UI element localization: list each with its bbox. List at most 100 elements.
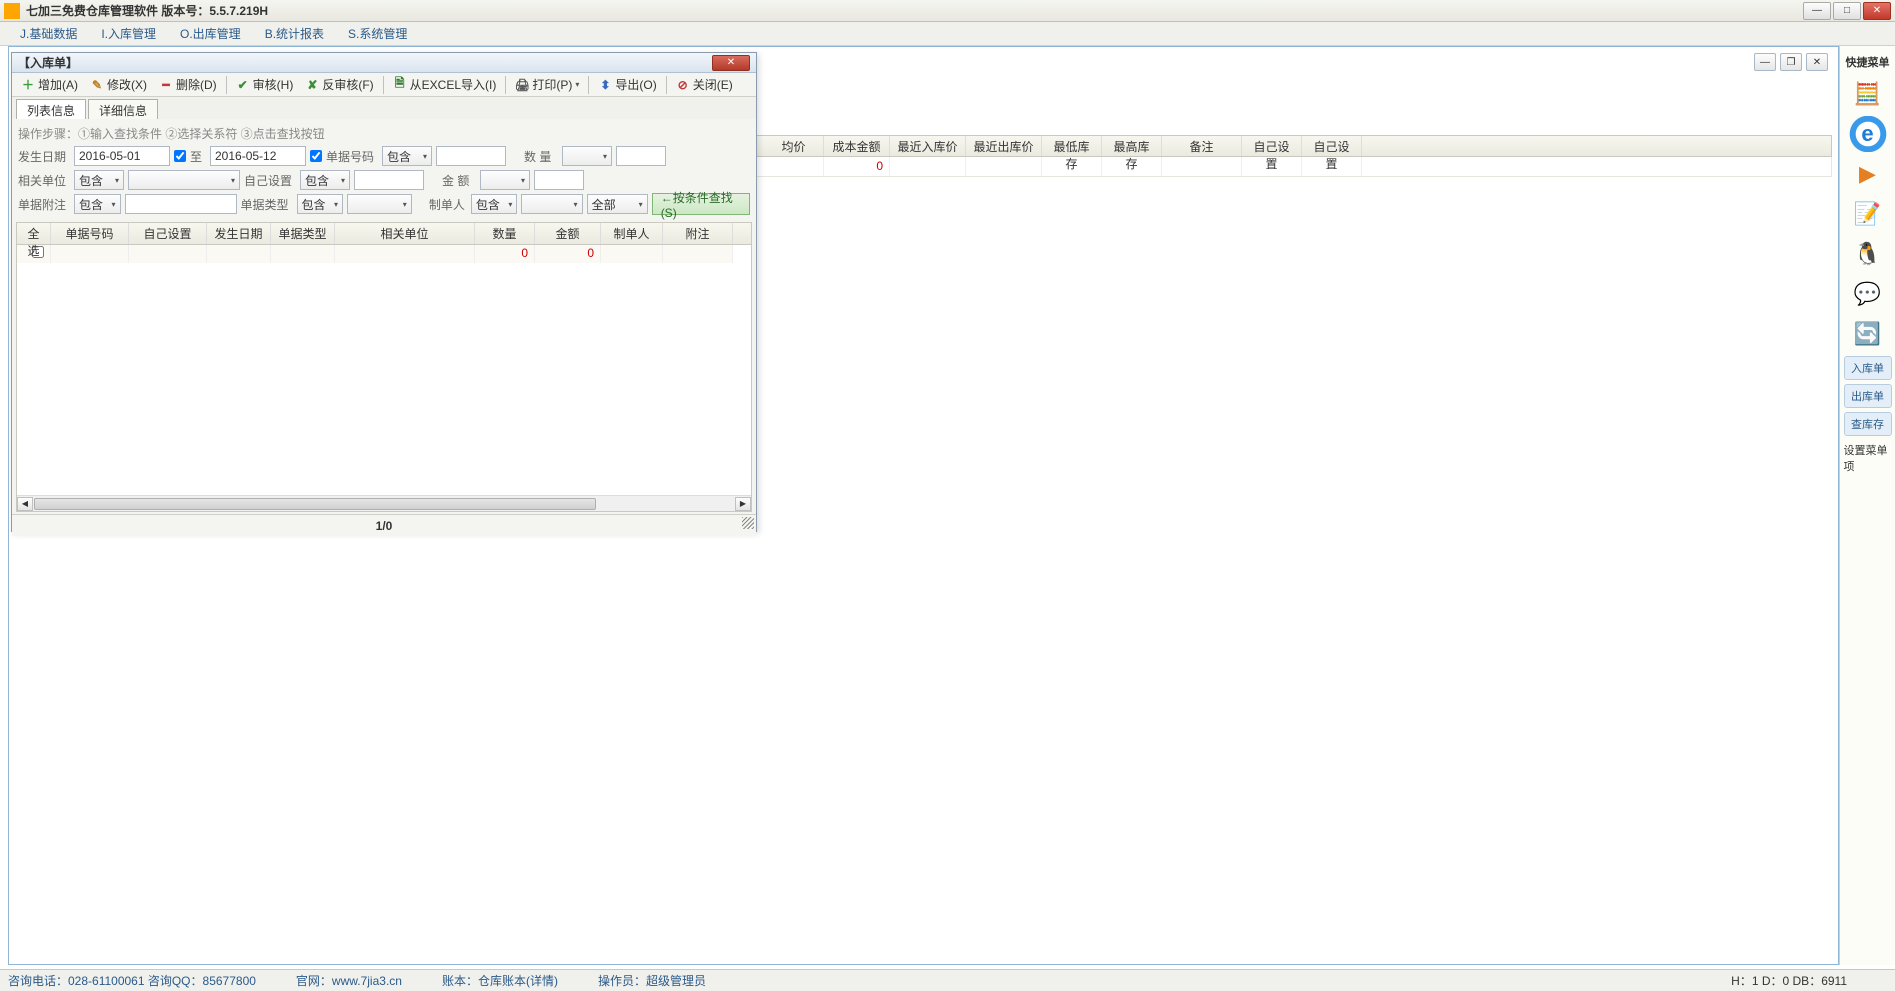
col-selfset[interactable]: 自己设置 bbox=[129, 223, 207, 244]
scroll-thumb[interactable] bbox=[34, 498, 596, 510]
inbound-window-close[interactable]: ✕ bbox=[712, 55, 750, 71]
export-button[interactable]: ⬍导出(O) bbox=[593, 74, 661, 95]
inbound-window-titlebar[interactable]: 【入库单】 ✕ bbox=[12, 53, 756, 73]
close-doc-button[interactable]: ⊘关闭(E) bbox=[671, 74, 738, 95]
status-account[interactable]: 账本：仓库账本(详情) bbox=[442, 972, 558, 989]
mdi-close[interactable]: ✕ bbox=[1806, 53, 1828, 71]
bg-col-cost[interactable]: 成本金额 bbox=[824, 136, 890, 156]
excel-label: 从EXCEL导入(I) bbox=[410, 76, 497, 93]
app-title: 七加三免费仓库管理软件 版本号：5.5.7.219H bbox=[26, 2, 1803, 19]
partner-op-select[interactable]: 包含▾ bbox=[74, 170, 124, 190]
delete-button[interactable]: ━删除(D) bbox=[154, 74, 222, 95]
bg-col-lastin[interactable]: 最近入库价 bbox=[890, 136, 966, 156]
col-date[interactable]: 发生日期 bbox=[207, 223, 271, 244]
menu-reports[interactable]: B.统计报表 bbox=[253, 25, 336, 42]
bg-col-avg[interactable]: 均价 bbox=[764, 136, 824, 156]
grid-hscrollbar[interactable]: ◀ ▶ bbox=[17, 495, 751, 511]
doctype-op-select[interactable]: 包含▾ bbox=[297, 194, 344, 214]
unaudit-button[interactable]: ✘反审核(F) bbox=[300, 74, 378, 95]
minimize-button[interactable]: — bbox=[1803, 2, 1831, 20]
col-select[interactable]: 全选 bbox=[17, 223, 51, 244]
docnote-input[interactable] bbox=[125, 194, 237, 214]
quick-outbound[interactable]: 出库单 bbox=[1844, 384, 1892, 408]
label-to: 至 bbox=[190, 148, 206, 165]
filter-panel: 操作步骤：①输入查找条件 ②选择关系符 ③点击查找按钮 发生日期 2016-05… bbox=[12, 119, 756, 220]
scope-select[interactable]: 全部▾ bbox=[587, 194, 648, 214]
date-from-input[interactable]: 2016-05-01 bbox=[74, 146, 170, 166]
import-excel-button[interactable]: 🗎从EXCEL导入(I) bbox=[388, 74, 502, 95]
col-qty[interactable]: 数量 bbox=[475, 223, 535, 244]
calculator-icon[interactable]: 🧮 bbox=[1844, 76, 1892, 112]
col-partner[interactable]: 相关单位 bbox=[335, 223, 475, 244]
resize-grip[interactable] bbox=[742, 517, 754, 529]
plus-icon: ＋ bbox=[21, 78, 35, 92]
search-button[interactable]: ←按条件查找(S) bbox=[652, 193, 750, 215]
label-docnote: 单据附注 bbox=[18, 196, 70, 213]
wechat-icon[interactable]: 💬 bbox=[1844, 276, 1892, 312]
quick-settings[interactable]: 设置菜单项 bbox=[1844, 440, 1892, 476]
print-button[interactable]: 🖨打印(P)▾ bbox=[510, 74, 584, 95]
scroll-right-icon[interactable]: ▶ bbox=[735, 497, 751, 511]
label-creator: 制单人 bbox=[429, 196, 467, 213]
bg-col-maxstk[interactable]: 最高库存 bbox=[1102, 136, 1162, 156]
quick-stock[interactable]: 查库存 bbox=[1844, 412, 1892, 436]
bg-col-minstk[interactable]: 最低库存 bbox=[1042, 136, 1102, 156]
mdi-restore[interactable]: ❐ bbox=[1780, 53, 1802, 71]
partner-select[interactable]: ▾ bbox=[128, 170, 240, 190]
tab-detail[interactable]: 详细信息 bbox=[88, 99, 158, 119]
sync-icon[interactable]: 🔄 bbox=[1844, 316, 1892, 352]
menubar: J.基础数据 I.入库管理 O.出库管理 B.统计报表 S.系统管理 bbox=[0, 22, 1895, 46]
docno-op-select[interactable]: 包含▾ bbox=[382, 146, 432, 166]
scroll-left-icon[interactable]: ◀ bbox=[17, 497, 33, 511]
date-to-check[interactable] bbox=[310, 150, 322, 162]
docnote-op-select[interactable]: 包含▾ bbox=[74, 194, 121, 214]
label-doctype: 单据类型 bbox=[241, 196, 293, 213]
col-creator[interactable]: 制单人 bbox=[601, 223, 663, 244]
selfset-input[interactable] bbox=[354, 170, 424, 190]
label-qty: 数 量 bbox=[524, 148, 558, 165]
amount-input[interactable] bbox=[534, 170, 584, 190]
audit-label: 审核(H) bbox=[253, 76, 294, 93]
menu-system[interactable]: S.系统管理 bbox=[336, 25, 419, 42]
menu-inbound[interactable]: I.入库管理 bbox=[89, 25, 168, 42]
inbound-toolbar: ＋增加(A) ✎修改(X) ━删除(D) ✔审核(H) ✘反审核(F) 🗎从EX… bbox=[12, 73, 756, 97]
col-amount[interactable]: 金额 bbox=[535, 223, 601, 244]
tab-list[interactable]: 列表信息 bbox=[16, 99, 86, 119]
mdi-minimize[interactable]: — bbox=[1754, 53, 1776, 71]
creator-op-select[interactable]: 包含▾ bbox=[471, 194, 518, 214]
doctype-select[interactable]: ▾ bbox=[347, 194, 412, 214]
date-from-check[interactable] bbox=[174, 150, 186, 162]
bg-col-self2[interactable]: 自己设置 bbox=[1302, 136, 1362, 156]
creator-select[interactable]: ▾ bbox=[521, 194, 582, 214]
menu-basic-data[interactable]: J.基础数据 bbox=[8, 25, 89, 42]
bg-col-remark[interactable]: 备注 bbox=[1162, 136, 1242, 156]
menu-outbound[interactable]: O.出库管理 bbox=[168, 25, 253, 42]
ie-icon[interactable]: e bbox=[1844, 116, 1892, 152]
close-button[interactable]: ✕ bbox=[1863, 2, 1891, 20]
quick-inbound[interactable]: 入库单 bbox=[1844, 356, 1892, 380]
qty-op-select[interactable]: ▾ bbox=[562, 146, 612, 166]
notepad-icon[interactable]: 📝 bbox=[1844, 196, 1892, 232]
status-db: H：1 D：0 DB：6911 bbox=[1731, 972, 1847, 989]
bg-col-self1[interactable]: 自己设置 bbox=[1242, 136, 1302, 156]
amount-op-select[interactable]: ▾ bbox=[480, 170, 530, 190]
edit-button[interactable]: ✎修改(X) bbox=[85, 74, 152, 95]
bg-col-lastout[interactable]: 最近出库价 bbox=[966, 136, 1042, 156]
date-to-input[interactable]: 2016-05-12 bbox=[210, 146, 306, 166]
col-doctype[interactable]: 单据类型 bbox=[271, 223, 335, 244]
media-icon[interactable]: ▶ bbox=[1844, 156, 1892, 192]
inbound-grid-totals: 0 0 bbox=[17, 245, 751, 263]
maximize-button[interactable]: □ bbox=[1833, 2, 1861, 20]
docno-input[interactable] bbox=[436, 146, 506, 166]
qq-icon[interactable]: 🐧 bbox=[1844, 236, 1892, 272]
label-docno: 单据号码 bbox=[326, 148, 378, 165]
qty-input[interactable] bbox=[616, 146, 666, 166]
close-label: 关闭(E) bbox=[693, 76, 733, 93]
col-docno[interactable]: 单据号码 bbox=[51, 223, 129, 244]
selfset-op-select[interactable]: 包含▾ bbox=[300, 170, 350, 190]
col-note[interactable]: 附注 bbox=[663, 223, 733, 244]
window-controls: — □ ✕ bbox=[1803, 2, 1891, 20]
status-site[interactable]: 官网：www.7jia3.cn bbox=[296, 972, 402, 989]
add-button[interactable]: ＋增加(A) bbox=[16, 74, 83, 95]
audit-button[interactable]: ✔审核(H) bbox=[231, 74, 299, 95]
